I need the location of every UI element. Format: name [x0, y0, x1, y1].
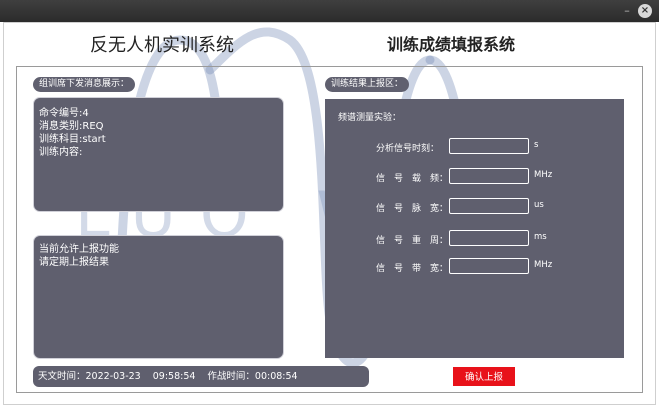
unit-mhz: MHz	[534, 260, 553, 270]
carrier-freq-input[interactable]	[449, 168, 529, 184]
bandwidth-input[interactable]	[449, 258, 529, 274]
message-line: 训练内容:	[39, 147, 83, 158]
system-title-right: 训练成绩填报系统	[387, 35, 516, 54]
status-bar: 天文时间：2022-03-23 09:58:54 作战时间：00:08:54	[33, 366, 369, 387]
field-label-carrier-freq: 信 号 载 频：	[376, 174, 449, 184]
astro-time: 09:58:54	[152, 371, 196, 382]
window-titlebar: – ×	[0, 0, 659, 22]
minimize-icon[interactable]: –	[620, 4, 634, 18]
repetition-period-input[interactable]	[449, 230, 529, 246]
unit-seconds: s	[534, 140, 539, 150]
astro-date: 2022-03-23	[85, 371, 141, 382]
field-label-pulse-width: 信 号 脉 宽：	[376, 204, 449, 214]
field-label-signal-time: 分析信号时刻：	[376, 144, 440, 154]
report-section-tag: 训练结果上报区：	[325, 77, 410, 92]
pulse-width-input[interactable]	[449, 198, 529, 214]
signal-time-input[interactable]	[449, 138, 529, 154]
message-display-panel: 命令编号:4 消息类别:REQ 训练科目:start 训练内容:	[33, 97, 284, 212]
astro-time-label: 天文时间：	[38, 371, 86, 382]
field-label-bandwidth: 信 号 带 宽：	[376, 264, 449, 274]
close-icon[interactable]: ×	[638, 4, 652, 18]
combat-time-label: 作战时间：	[207, 371, 255, 382]
system-title-left: 反无人机实训系统	[90, 35, 234, 56]
combat-time: 00:08:54	[254, 371, 298, 382]
message-section-tag: 组训席下发消息展示：	[33, 77, 136, 92]
unit-ms: ms	[534, 232, 547, 242]
unit-us: us	[534, 200, 544, 210]
notice-line: 请定期上报结果	[39, 257, 109, 268]
confirm-report-button[interactable]: 确认上报	[453, 367, 515, 386]
unit-mhz: MHz	[534, 170, 553, 180]
notice-panel: 当前允许上报功能 请定期上报结果	[33, 235, 284, 359]
experiment-title: 频谱测量实验：	[338, 113, 402, 123]
field-label-repetition-period: 信 号 重 周：	[376, 236, 449, 246]
